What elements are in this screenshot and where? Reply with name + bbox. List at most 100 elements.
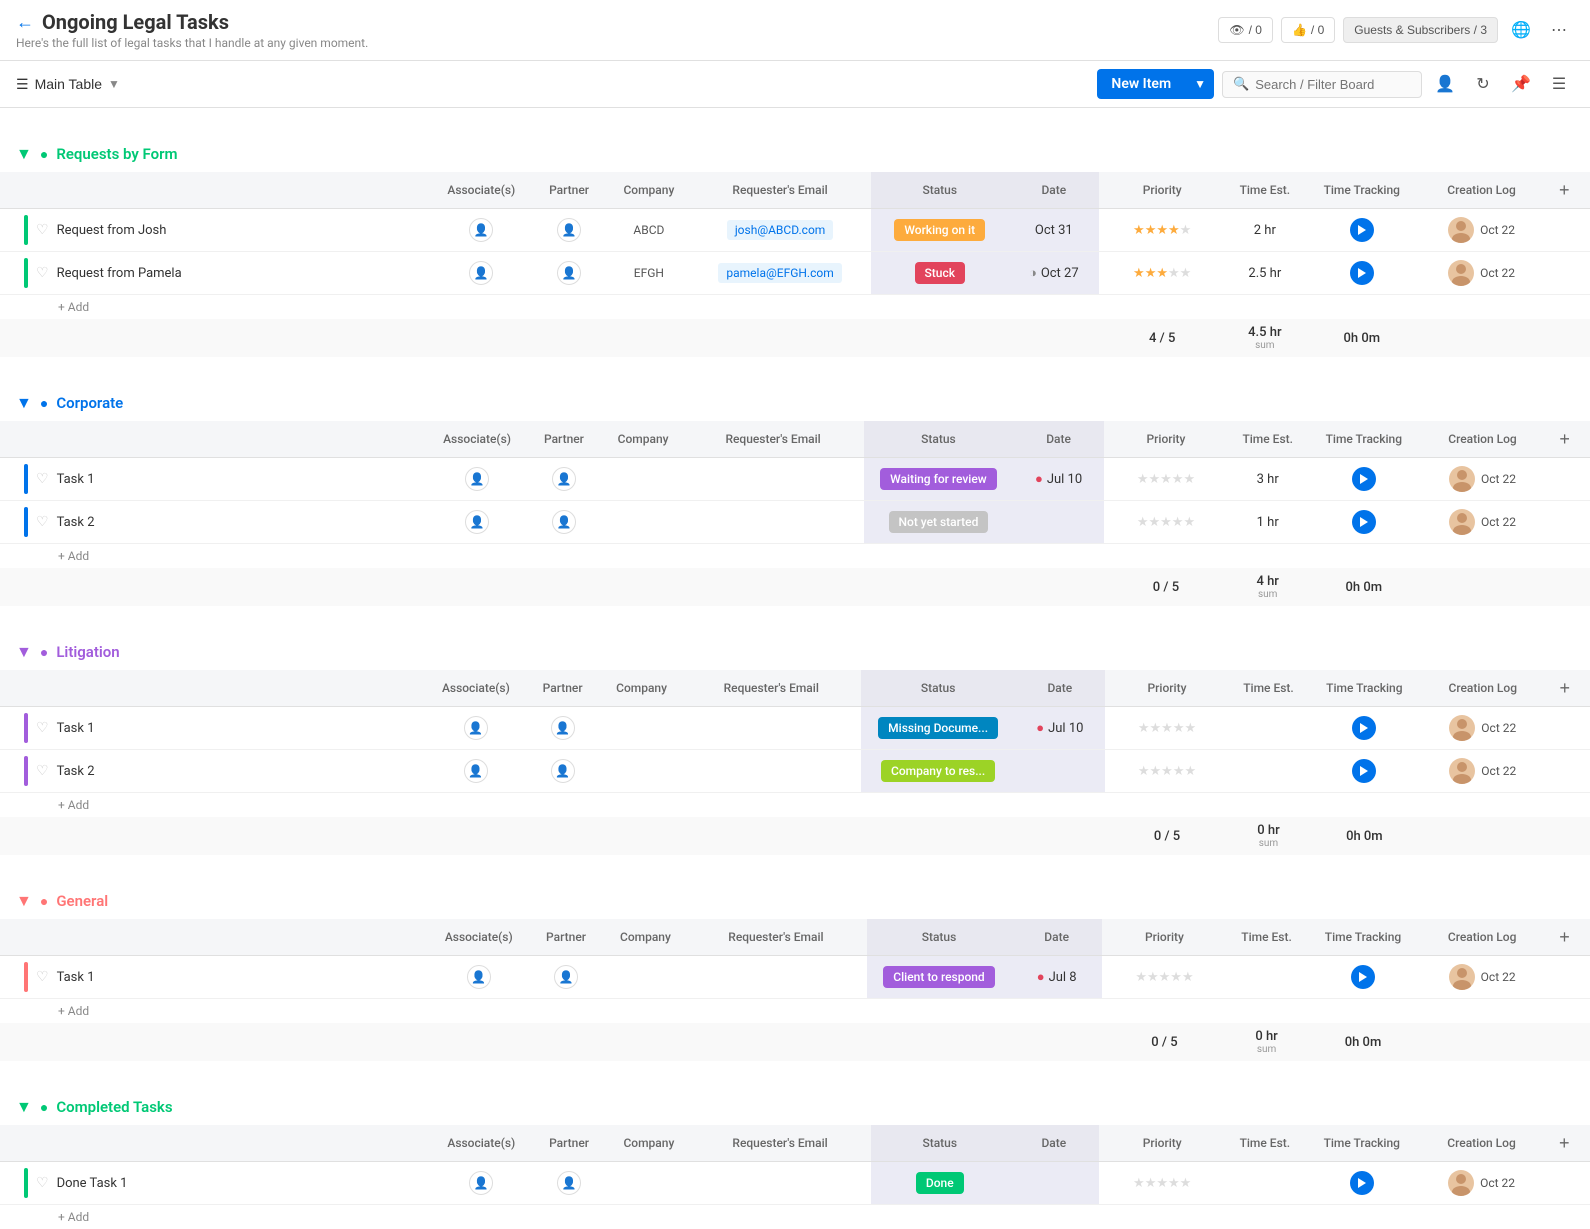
chat-icon[interactable]: ♡ (36, 265, 49, 281)
add-column-button[interactable]: + (1552, 1131, 1576, 1155)
row-status-cell[interactable]: Client to respond (867, 956, 1012, 999)
add-column-button[interactable]: + (1552, 178, 1576, 202)
chat-icon[interactable]: ♡ (36, 720, 49, 736)
row-status-cell[interactable]: Missing Docume... (861, 707, 1014, 750)
row-priority-cell[interactable]: ★★★★★ (1099, 209, 1224, 252)
priority-stars[interactable]: ★★★★★ (1113, 721, 1221, 736)
priority-stars[interactable]: ★★★★★ (1110, 970, 1219, 985)
partner-avatar[interactable]: 👤 (557, 218, 581, 242)
email-link[interactable]: josh@ABCD.com (727, 220, 834, 240)
play-button[interactable] (1352, 510, 1376, 534)
status-badge[interactable]: Waiting for review (880, 468, 997, 490)
priority-stars[interactable]: ★★★★★ (1107, 266, 1216, 281)
status-badge[interactable]: Client to respond (883, 966, 994, 988)
chat-icon[interactable]: ♡ (36, 222, 49, 238)
row-priority-cell[interactable]: ★★★★★ (1105, 707, 1229, 750)
add-button[interactable]: + Add (8, 300, 1582, 314)
pin-icon[interactable]: 📌 (1506, 69, 1536, 99)
row-priority-cell[interactable]: ★★★★★ (1104, 458, 1228, 501)
new-item-button[interactable]: New Item ▼ (1097, 69, 1214, 99)
search-input[interactable] (1255, 77, 1411, 92)
associates-avatar[interactable]: 👤 (469, 218, 493, 242)
priority-stars[interactable]: ★★★★★ (1112, 472, 1220, 487)
associates-avatar[interactable]: 👤 (464, 759, 488, 783)
associates-avatar[interactable]: 👤 (467, 965, 491, 989)
chat-icon[interactable]: ♡ (36, 514, 49, 530)
likes-button[interactable]: 👍 / 0 (1281, 17, 1335, 43)
partner-avatar[interactable]: 👤 (554, 965, 578, 989)
chat-icon[interactable]: ♡ (36, 471, 49, 487)
summary-priority-value: 4 / 5 (1107, 331, 1216, 346)
add-column-button[interactable]: + (1553, 925, 1577, 949)
group-header-requests[interactable]: ▼ ● Requests by Form (0, 128, 1590, 172)
partner-avatar[interactable]: 👤 (557, 1171, 581, 1195)
new-item-dropdown-icon[interactable]: ▼ (1186, 70, 1214, 98)
email-link[interactable]: pamela@EFGH.com (718, 263, 841, 283)
row-status-cell[interactable]: Waiting for review (864, 458, 1014, 501)
back-arrow-icon[interactable]: ← (16, 12, 34, 33)
group-header-general[interactable]: ▼ ● General (0, 875, 1590, 919)
priority-stars[interactable]: ★★★★★ (1107, 223, 1216, 238)
guests-button[interactable]: Guests & Subscribers / 3 (1343, 17, 1498, 43)
row-status-cell[interactable]: Stuck (871, 252, 1008, 295)
row-priority-cell[interactable]: ★★★★★ (1099, 252, 1224, 295)
chat-icon[interactable]: ♡ (36, 1175, 49, 1191)
partner-avatar[interactable]: 👤 (557, 261, 581, 285)
group-header-litigation[interactable]: ▼ ● Litigation (0, 626, 1590, 670)
row-priority-cell[interactable]: ★★★★★ (1105, 750, 1229, 793)
row-timeest-cell (1229, 750, 1308, 793)
row-priority-cell[interactable]: ★★★★★ (1104, 501, 1228, 544)
status-badge[interactable]: Company to res... (881, 760, 995, 782)
priority-stars[interactable]: ★★★★★ (1113, 764, 1221, 779)
associates-avatar[interactable]: 👤 (469, 261, 493, 285)
play-button[interactable] (1352, 467, 1376, 491)
filter-icon[interactable]: ☰ (1544, 69, 1574, 99)
associates-avatar[interactable]: 👤 (465, 510, 489, 534)
row-status-cell[interactable]: Not yet started (864, 501, 1014, 544)
search-box[interactable]: 🔍 (1222, 71, 1422, 98)
refresh-icon[interactable]: ↻ (1468, 69, 1498, 99)
row-status-cell[interactable]: Company to res... (861, 750, 1014, 793)
status-badge[interactable]: Stuck (915, 262, 965, 284)
add-button[interactable]: + Add (8, 549, 1582, 563)
associates-avatar[interactable]: 👤 (465, 467, 489, 491)
views-button[interactable]: 👁 / 0 (1218, 17, 1273, 43)
add-column-button[interactable]: + (1553, 676, 1577, 700)
row-status-cell[interactable]: Done (871, 1162, 1008, 1205)
add-column-button[interactable]: + (1553, 427, 1577, 451)
main-table-button[interactable]: ☰ Main Table ▼ (16, 76, 120, 93)
row-priority-cell[interactable]: ★★★★★ (1099, 1162, 1224, 1205)
row-priority-cell[interactable]: ★★★★★ (1102, 956, 1227, 999)
globe-icon[interactable]: 🌐 (1506, 15, 1536, 45)
row-company-cell (602, 707, 681, 750)
add-button[interactable]: + Add (8, 798, 1582, 812)
play-button[interactable] (1350, 261, 1374, 285)
play-button[interactable] (1352, 716, 1376, 740)
add-button[interactable]: + Add (8, 1210, 1582, 1224)
status-badge[interactable]: Working on it (894, 219, 985, 241)
priority-stars[interactable]: ★★★★★ (1107, 1176, 1216, 1191)
priority-stars[interactable]: ★★★★★ (1112, 515, 1220, 530)
partner-avatar[interactable]: 👤 (552, 467, 576, 491)
status-badge[interactable]: Missing Docume... (878, 717, 998, 739)
associates-avatar[interactable]: 👤 (469, 1171, 493, 1195)
associates-avatar[interactable]: 👤 (464, 716, 488, 740)
play-button[interactable] (1350, 1171, 1374, 1195)
row-name-cell: ♡ Task 1 (0, 458, 430, 501)
play-button[interactable] (1352, 759, 1376, 783)
play-button[interactable] (1350, 218, 1374, 242)
row-status-cell[interactable]: Working on it (871, 209, 1008, 252)
chat-icon[interactable]: ♡ (36, 763, 49, 779)
partner-avatar[interactable]: 👤 (551, 759, 575, 783)
more-options-icon[interactable]: ⋯ (1544, 15, 1574, 45)
group-header-completed[interactable]: ▼ ● Completed Tasks (0, 1081, 1590, 1125)
status-badge[interactable]: Done (916, 1172, 964, 1194)
col-timetrack-header: Time Tracking (1308, 670, 1421, 707)
chat-icon[interactable]: ♡ (36, 969, 49, 985)
user-icon[interactable]: 👤 (1430, 69, 1460, 99)
partner-avatar[interactable]: 👤 (551, 716, 575, 740)
play-button[interactable] (1351, 965, 1375, 989)
partner-avatar[interactable]: 👤 (552, 510, 576, 534)
status-badge[interactable]: Not yet started (889, 511, 989, 533)
group-header-corporate[interactable]: ▼ ● Corporate (0, 377, 1590, 421)
